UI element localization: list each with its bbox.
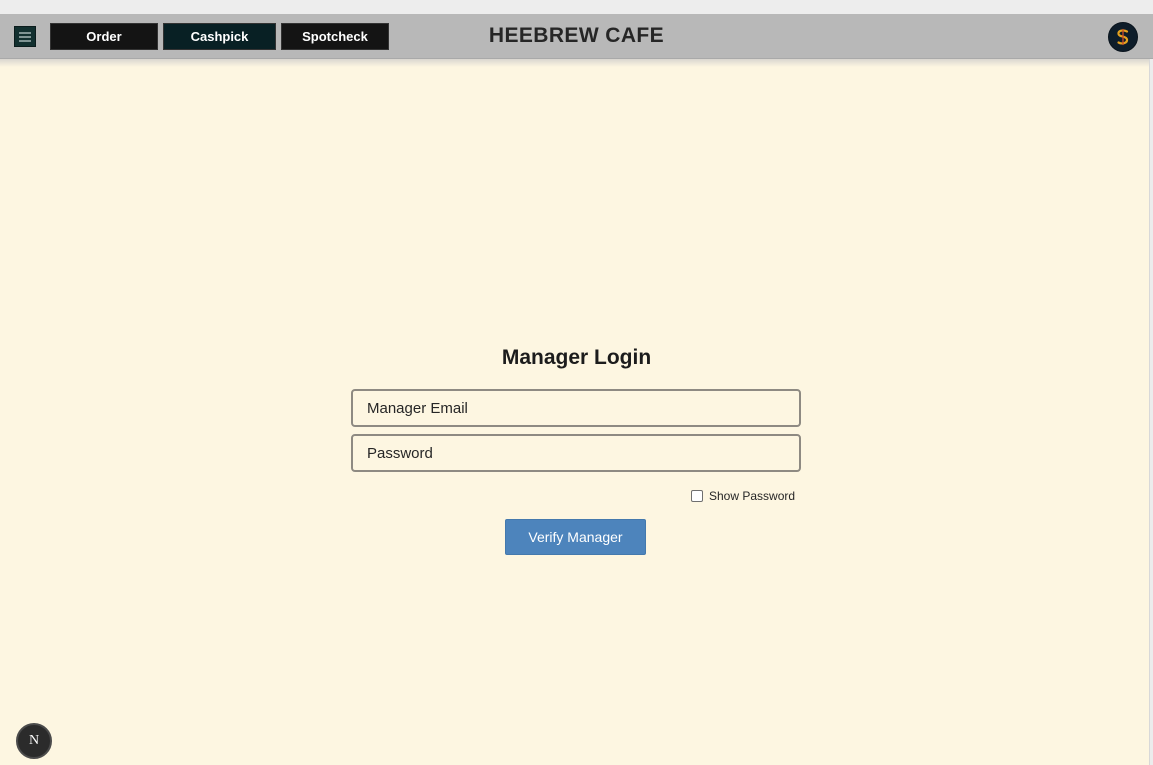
manager-email-input[interactable] bbox=[351, 389, 801, 427]
coin-logo-icon[interactable] bbox=[1108, 22, 1138, 52]
browser-top-strip bbox=[0, 0, 1153, 14]
tab-spotcheck[interactable]: Spotcheck bbox=[281, 23, 389, 50]
menu-line bbox=[19, 31, 31, 34]
show-password-checkbox[interactable] bbox=[691, 490, 703, 502]
n-badge-icon[interactable]: N bbox=[16, 723, 52, 759]
menu-icon[interactable] bbox=[14, 26, 36, 47]
coin-logo-icon bbox=[1112, 26, 1134, 48]
menu-line bbox=[19, 39, 31, 42]
show-password-label: Show Password bbox=[709, 489, 796, 503]
page-title: HEEBREW CAFE bbox=[488, 24, 665, 47]
verify-manager-button[interactable]: Verify Manager bbox=[505, 519, 646, 555]
password-input[interactable] bbox=[351, 434, 801, 472]
menu-line bbox=[19, 35, 31, 38]
show-password-toggle[interactable]: Show Password bbox=[691, 488, 795, 504]
login-title: Manager Login bbox=[501, 346, 652, 369]
tab-cashpick[interactable]: Cashpick bbox=[163, 23, 276, 50]
tab-order[interactable]: Order bbox=[50, 23, 158, 50]
scrollbar-track[interactable] bbox=[1149, 59, 1153, 765]
n-badge-label: N bbox=[28, 733, 40, 748]
navbar-shadow bbox=[0, 59, 1153, 67]
